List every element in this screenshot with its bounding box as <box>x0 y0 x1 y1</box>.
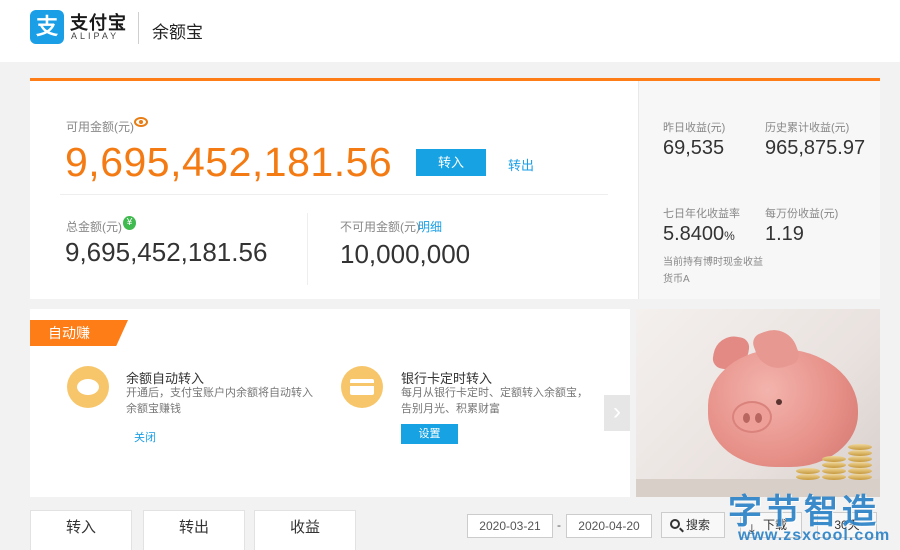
piggy-bank-banner <box>636 309 880 497</box>
alipay-logo-icon[interactable]: 支 <box>30 10 64 44</box>
watermark-text: 字节智造 <box>728 493 880 531</box>
coin <box>848 450 872 456</box>
header-divider <box>138 12 139 44</box>
cumulative-earnings-label: 历史累计收益(元) <box>765 122 850 134</box>
coin <box>848 444 872 450</box>
scheduled-transfer-desc: 每月从银行卡定时、定额转入余额宝，告别月光、积累财富 <box>401 387 588 415</box>
total-amount: 9,695,452,181.56 <box>65 237 268 267</box>
end-date-input[interactable]: 2020-04-20 <box>566 514 652 538</box>
coin <box>848 468 872 474</box>
search-icon <box>670 519 680 529</box>
search-button[interactable]: 搜索 <box>661 512 725 538</box>
alipay-logo-en: ALIPAY <box>71 31 120 41</box>
fund-note-line2: 货币A <box>663 274 690 285</box>
card-divider <box>60 194 608 195</box>
seven-day-yield-label: 七日年化收益率 <box>663 208 740 220</box>
vertical-divider <box>307 213 308 285</box>
coin-stack-icon <box>822 474 846 480</box>
seven-day-yield: 5.8400% <box>663 223 735 246</box>
per-10k-earnings-value: 1.19 <box>765 223 804 245</box>
total-amount-label: 总金额(元) <box>66 220 122 234</box>
auto-earn-tag: 自动赚 <box>30 320 128 346</box>
auto-earn-card: 自动赚 余额自动转入 开通后，支付宝账户内余额将自动转入余额宝赚钱 关闭 银行卡… <box>30 309 630 497</box>
auto-transfer-desc: 开通后，支付宝账户内余额将自动转入余额宝赚钱 <box>126 387 313 415</box>
seven-day-yield-value: 5.8400 <box>663 223 725 245</box>
coin <box>848 474 872 480</box>
tab-earnings[interactable]: 收益 <box>254 510 356 550</box>
carousel-next-icon[interactable]: › <box>604 395 630 431</box>
transfer-out-link[interactable]: 转出 <box>508 155 534 174</box>
coin <box>822 462 846 468</box>
unavailable-amount-label: 不可用金额(元) <box>340 220 420 234</box>
coin <box>796 474 820 480</box>
coin <box>848 462 872 468</box>
scheduled-transfer-setting-button[interactable]: 设置 <box>401 424 458 444</box>
pig-eye <box>776 399 782 405</box>
yesterday-earnings-label: 昨日收益(元) <box>663 122 726 134</box>
date-separator: - <box>557 518 561 532</box>
bank-card-icon <box>341 366 383 408</box>
coin <box>848 456 872 462</box>
detail-link[interactable]: 明细 <box>418 218 442 235</box>
unavailable-amount: 10,000,000 <box>340 239 471 269</box>
eye-icon[interactable] <box>134 117 148 127</box>
top-header: 支 支付宝 ALIPAY 余额宝 <box>0 0 900 62</box>
tab-transfer-in[interactable]: 转入 <box>30 510 132 550</box>
piggy-bank-icon <box>67 366 109 408</box>
product-title: 余额宝 <box>152 23 203 42</box>
yen-shield-icon: ¥ <box>123 216 136 230</box>
balance-card: 可用金额(元) 9,695,452,181.56 转入 转出 总金额(元) ¥ … <box>30 81 638 299</box>
auto-transfer-close-link[interactable]: 关闭 <box>134 429 156 445</box>
earnings-stats-card: 昨日收益(元) 69,535 历史累计收益(元) 965,875.97 七日年化… <box>638 81 880 299</box>
transfer-in-button[interactable]: 转入 <box>416 149 486 176</box>
yesterday-earnings-value: 69,535 <box>663 137 725 159</box>
pig-snout <box>732 401 772 433</box>
available-amount: 9,695,452,181.56 <box>65 139 393 185</box>
coin <box>822 456 846 462</box>
per-10k-earnings-label: 每万份收益(元) <box>765 208 839 220</box>
coin <box>796 468 820 474</box>
available-amount-label: 可用金额(元) <box>66 120 134 134</box>
fund-note-line1: 当前持有博时现金收益 <box>663 257 763 268</box>
tab-transfer-out[interactable]: 转出 <box>143 510 245 550</box>
percent-unit: % <box>724 229 735 243</box>
coin <box>822 468 846 474</box>
start-date-input[interactable]: 2020-03-21 <box>467 514 553 538</box>
watermark-url: www.zsxcool.com <box>738 527 891 544</box>
cumulative-earnings-value: 965,875.97 <box>765 137 866 159</box>
